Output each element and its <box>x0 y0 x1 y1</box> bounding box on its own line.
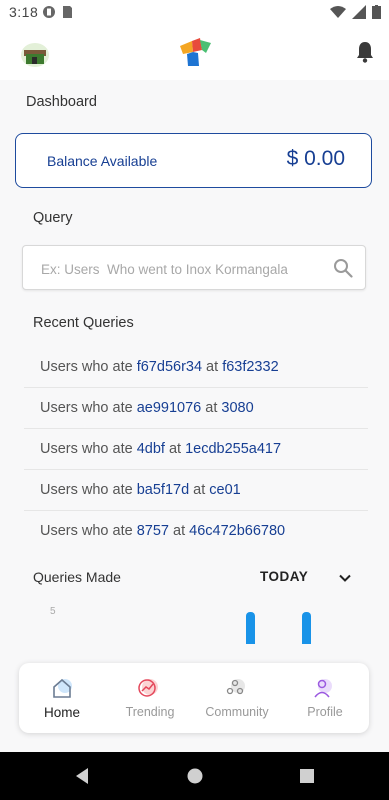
nav-home-label: Home <box>43 705 80 720</box>
query-label: Query <box>33 210 73 226</box>
chart-bar <box>246 612 255 644</box>
query-connector: at <box>201 400 222 416</box>
query-entity: 4dbf <box>136 441 165 457</box>
query-connector: at <box>202 359 223 375</box>
bottom-nav: Home Trending Community Profile <box>19 663 369 733</box>
recent-queries-label: Recent Queries <box>33 315 134 331</box>
balance-label: Balance Available <box>47 153 158 169</box>
sd-card-icon <box>63 6 72 18</box>
status-time: 3:18 <box>9 4 39 20</box>
status-indicators <box>330 5 381 19</box>
home-icon <box>53 678 72 698</box>
notification-icon <box>43 6 55 18</box>
recent-queries-list: Users who ate f67d56r34 at f63f2332 User… <box>24 347 368 552</box>
bell-icon[interactable] <box>355 41 375 63</box>
queries-made-label: Queries Made <box>33 569 121 585</box>
query-prefix: Users who ate <box>40 482 137 498</box>
app-logo <box>180 38 211 66</box>
recent-query-item[interactable]: Users who ate ae991076 at 3080 <box>24 388 368 429</box>
query-prefix: Users who ate <box>40 441 137 457</box>
nav-profile-label: Profile <box>307 705 343 719</box>
balance-amount: $ 0.00 <box>286 147 345 170</box>
query-place: 3080 <box>221 400 254 416</box>
query-search-box <box>22 245 366 290</box>
query-place: 1ecdb255a417 <box>185 441 282 457</box>
query-entity: ba5f17d <box>136 482 190 498</box>
page-title: Dashboard <box>26 94 97 110</box>
nav-trending-label: Trending <box>125 705 175 719</box>
query-prefix: Users who ate <box>40 359 137 375</box>
chevron-down-icon[interactable] <box>338 571 352 585</box>
signal-icon <box>352 5 366 19</box>
period-selector[interactable]: TODAY <box>260 569 308 584</box>
queries-chart: 5 <box>40 600 340 650</box>
recent-query-item[interactable]: Users who ate 4dbf at 1ecdb255a417 <box>24 429 368 470</box>
back-icon[interactable] <box>72 766 92 786</box>
y-tick-label: 5 <box>50 606 56 617</box>
system-nav-bar <box>0 752 389 800</box>
nav-profile[interactable]: Profile <box>282 663 368 733</box>
query-connector: at <box>168 523 190 539</box>
query-prefix: Users who ate <box>40 400 137 416</box>
query-connector: at <box>189 482 210 498</box>
query-place: ce01 <box>209 482 241 498</box>
query-prefix: Users who ate <box>40 523 137 539</box>
community-icon <box>226 679 245 695</box>
chart-bar <box>302 612 311 644</box>
search-icon[interactable] <box>333 258 353 278</box>
query-place: f63f2332 <box>222 359 279 375</box>
queries-made-header: Queries Made TODAY <box>33 569 358 589</box>
recent-query-item[interactable]: Users who ate ba5f17d at ce01 <box>24 470 368 511</box>
home-button-icon[interactable] <box>185 766 205 786</box>
trending-icon <box>138 679 158 697</box>
app-header <box>0 24 389 80</box>
profile-icon <box>314 679 332 698</box>
recents-icon[interactable] <box>297 766 317 786</box>
balance-card[interactable]: Balance Available $ 0.00 <box>15 133 372 188</box>
status-bar: 3:18 <box>0 0 389 24</box>
nav-trending[interactable]: Trending <box>107 663 193 733</box>
wifi-icon <box>330 6 346 18</box>
battery-icon <box>372 5 381 19</box>
recent-query-item[interactable]: Users who ate f67d56r34 at f63f2332 <box>24 347 368 388</box>
recent-query-item[interactable]: Users who ate 8757 at 46c472b66780 <box>24 511 368 552</box>
query-input[interactable] <box>39 257 323 281</box>
query-place: 46c472b66780 <box>189 523 286 539</box>
query-entity: f67d56r34 <box>136 359 203 375</box>
nav-home[interactable]: Home <box>19 663 105 733</box>
query-connector: at <box>164 441 186 457</box>
nav-community[interactable]: Community <box>194 663 280 733</box>
query-entity: ae991076 <box>136 400 202 416</box>
avatar-icon[interactable] <box>20 42 50 68</box>
nav-community-label: Community <box>205 705 269 719</box>
query-entity: 8757 <box>136 523 169 539</box>
